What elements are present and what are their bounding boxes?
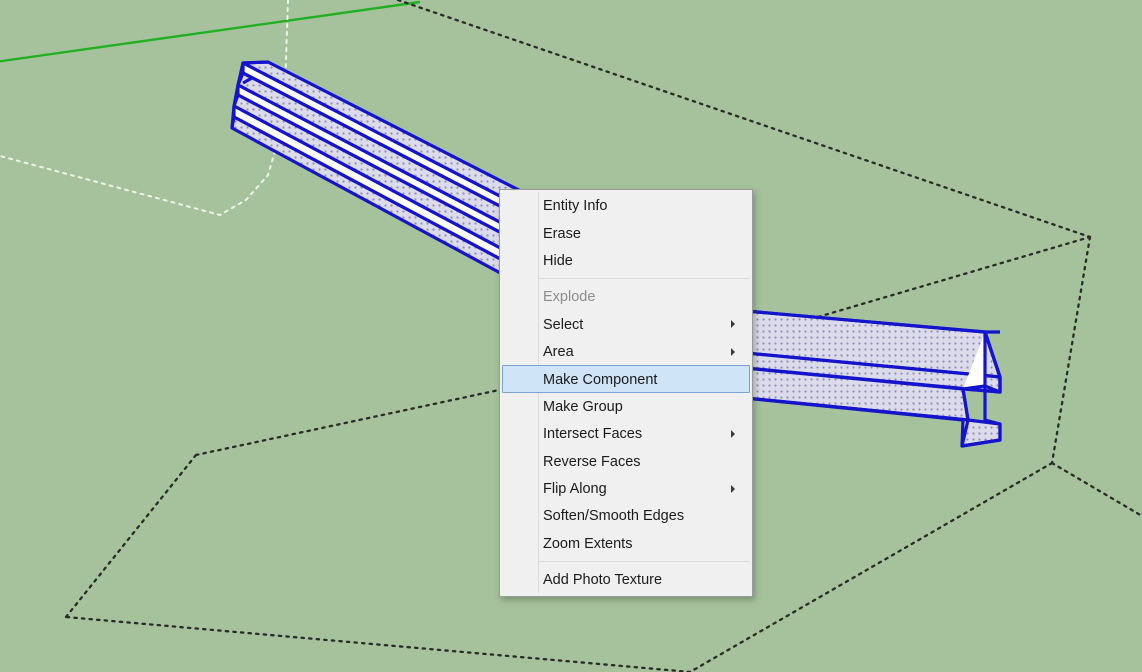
submenu-arrow-icon bbox=[731, 484, 735, 493]
menu-item-intersect-faces[interactable]: Intersect Faces bbox=[502, 420, 750, 447]
menu-separator bbox=[538, 561, 750, 563]
menu-item-label: Area bbox=[543, 344, 574, 361]
menu-item-make-component[interactable]: Make Component bbox=[502, 365, 750, 393]
menu-item-zoom-extents[interactable]: Zoom Extents bbox=[502, 530, 750, 557]
menu-item-hide[interactable]: Hide bbox=[502, 247, 750, 274]
menu-item-label: Erase bbox=[543, 225, 581, 242]
menu-item-label: Explode bbox=[543, 289, 596, 306]
menu-item-label: Reverse Faces bbox=[543, 453, 641, 470]
menu-item-make-group[interactable]: Make Group bbox=[502, 393, 750, 420]
sketchup-window: Entity Info Erase Hide Explode Select Area Mak… bbox=[0, 0, 1142, 672]
menu-item-entity-info[interactable]: Entity Info bbox=[502, 192, 750, 219]
menu-item-label: Flip Along bbox=[543, 481, 607, 498]
submenu-arrow-icon bbox=[731, 320, 735, 329]
menu-item-label: Add Photo Texture bbox=[543, 572, 663, 589]
menu-item-erase[interactable]: Erase bbox=[502, 219, 750, 246]
menu-item-area[interactable]: Area bbox=[502, 338, 750, 365]
menu-item-label: Make Component bbox=[543, 371, 658, 388]
submenu-arrow-icon bbox=[731, 347, 735, 356]
menu-item-label: Soften/Smooth Edges bbox=[543, 508, 685, 525]
menu-item-reverse-faces[interactable]: Reverse Faces bbox=[502, 448, 750, 475]
menu-item-label: Select bbox=[543, 316, 584, 333]
menu-item-label: Intersect Faces bbox=[543, 426, 643, 443]
menu-item-soften-smooth-edges[interactable]: Soften/Smooth Edges bbox=[502, 502, 750, 529]
menu-separator bbox=[538, 278, 750, 280]
menu-item-label: Entity Info bbox=[543, 198, 608, 215]
model-context-menu[interactable]: Entity Info Erase Hide Explode Select Area Mak… bbox=[499, 189, 753, 598]
menu-item-add-photo-texture[interactable]: Add Photo Texture bbox=[502, 566, 750, 593]
submenu-arrow-icon bbox=[731, 429, 735, 438]
menu-item-label: Hide bbox=[543, 252, 573, 269]
menu-item-label: Make Group bbox=[543, 398, 623, 415]
menu-item-select[interactable]: Select bbox=[502, 311, 750, 338]
menu-item-flip-along[interactable]: Flip Along bbox=[502, 475, 750, 502]
menu-item-explode: Explode bbox=[502, 283, 750, 310]
menu-item-label: Zoom Extents bbox=[543, 535, 633, 552]
